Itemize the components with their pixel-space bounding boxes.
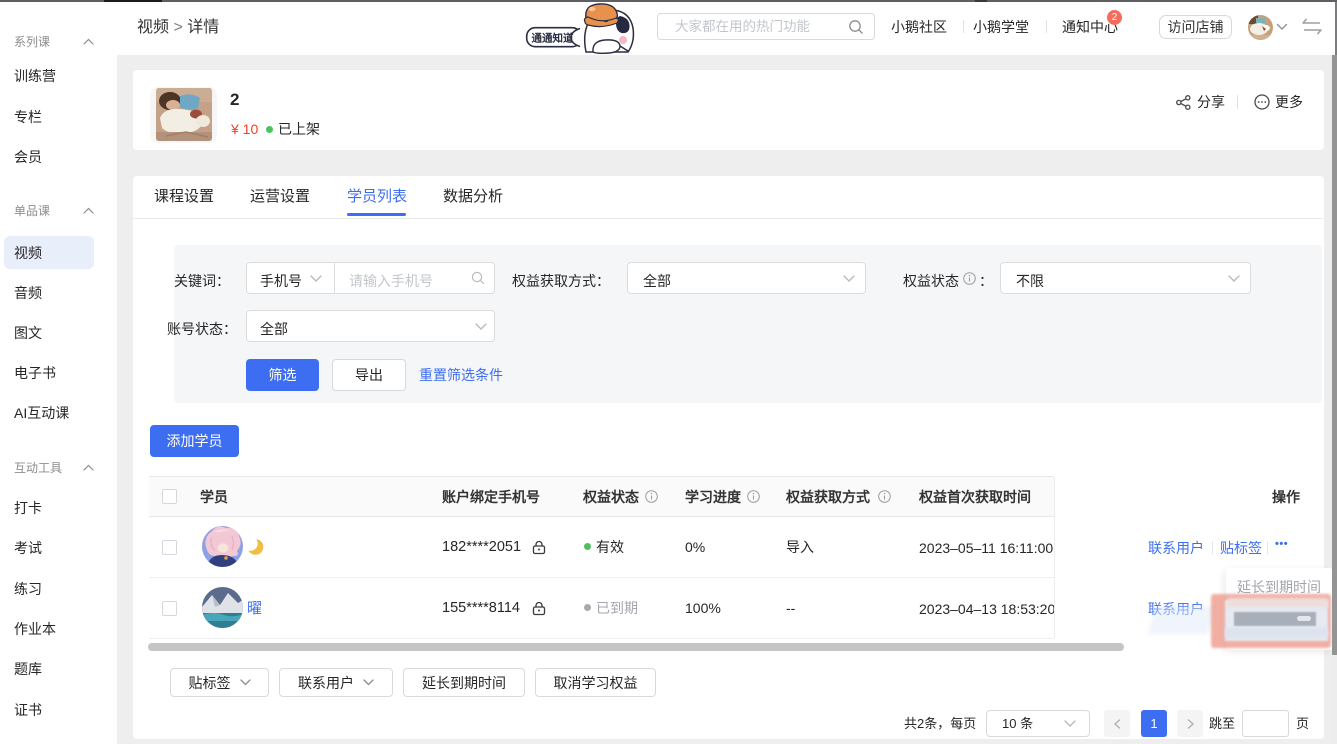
svg-text:通通知道: 通通知道: [532, 32, 574, 45]
